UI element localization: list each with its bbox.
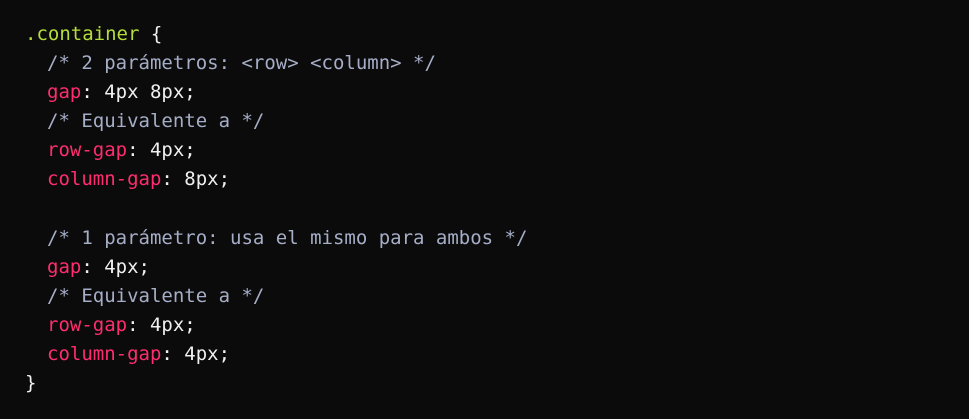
code-line-selector: .container { (25, 20, 969, 49)
code-line-declaration: row-gap: 4px; (47, 313, 196, 336)
css-value: 4px (149, 313, 185, 336)
code-line-comment: /* Equivalente a */ (25, 282, 969, 311)
css-value: 4px 8px (104, 81, 185, 104)
code-line-declaration: column-gap: 8px; (47, 168, 231, 191)
css-comment: /* 2 parámetros: <row> <column> */ (47, 52, 436, 75)
code-line-close: } (25, 369, 969, 398)
css-comment: /* 1 parámetro: usa el mismo para ambos … (47, 226, 528, 249)
css-selector: .container (25, 23, 140, 45)
code-line-declaration: column-gap: 4px; (47, 343, 231, 366)
code-block: .container { /* 2 parámetros: <row> <col… (0, 0, 969, 419)
css-value: 8px (184, 168, 219, 191)
open-brace: { (139, 23, 163, 45)
code-line-comment: /* Equivalente a */ (25, 107, 969, 136)
css-value: 4px (104, 255, 139, 278)
code-line-comment: /* 1 parámetro: usa el mismo para ambos … (25, 224, 969, 253)
code-line-declaration: gap: 4px 8px; (47, 81, 196, 104)
css-property: row-gap (47, 313, 128, 336)
css-property: column-gap (47, 168, 162, 191)
css-property: gap (47, 81, 82, 104)
css-value: 4px (184, 343, 219, 366)
css-property: gap (47, 255, 82, 278)
css-comment: /* Equivalente a */ (47, 284, 265, 307)
css-property: row-gap (47, 139, 128, 162)
css-property: column-gap (47, 343, 162, 366)
code-line-comment: /* 2 parámetros: <row> <column> */ (25, 49, 969, 78)
code-line-declaration: gap: 4px; (47, 255, 150, 278)
css-value: 4px (149, 139, 185, 162)
code-line-declaration: row-gap: 4px; (47, 139, 196, 162)
css-comment: /* Equivalente a */ (47, 110, 265, 133)
close-brace: } (25, 372, 37, 395)
